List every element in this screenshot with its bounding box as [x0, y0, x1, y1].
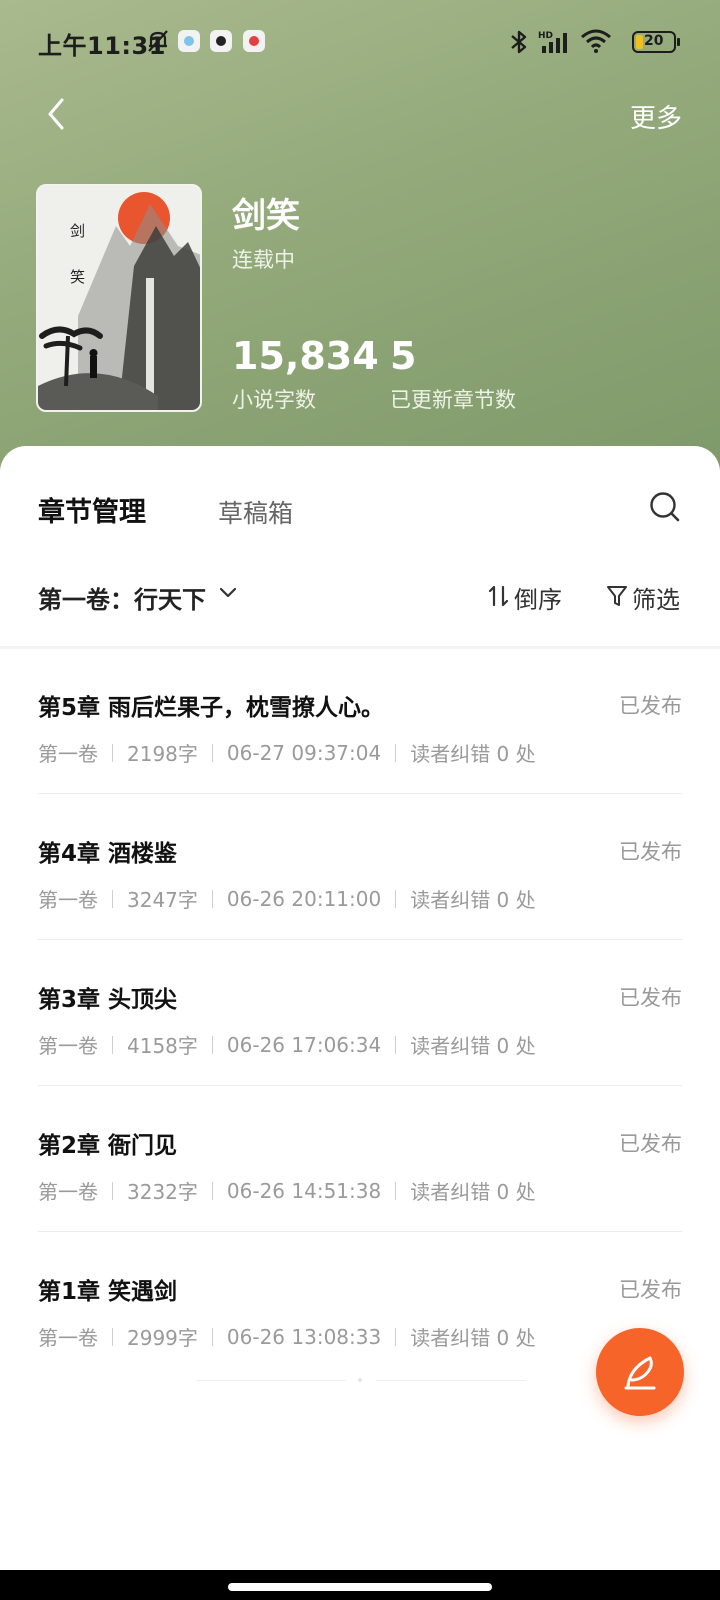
chapter-status: 已发布: [619, 1132, 682, 1156]
battery-icon: 20: [632, 31, 676, 53]
chapter-words: 3247字: [127, 888, 198, 912]
sort-icon: [488, 585, 509, 607]
word-count-label: 小说字数: [232, 388, 316, 412]
back-button[interactable]: [38, 94, 78, 134]
word-count-value: 15,834: [232, 334, 379, 378]
mute-icon: [148, 30, 168, 52]
book-status: 连载中: [232, 248, 295, 272]
chapter-meta: 第一卷 2999字 06-26 13:08:33 读者纠错 0 处: [38, 1322, 536, 1351]
chapter-row[interactable]: 第5章 雨后烂果子，枕雪撩人心。 已发布 第一卷 2198字 06-27 09:…: [0, 648, 720, 794]
write-chapter-button[interactable]: [596, 1328, 684, 1416]
chapter-time: 06-27 09:37:04: [226, 740, 382, 765]
chapter-time: 06-26 14:51:38: [226, 1178, 382, 1203]
chapter-meta: 第一卷 4158字 06-26 17:06:34 读者纠错 0 处: [38, 1030, 536, 1059]
sort-label: 倒序: [514, 586, 562, 614]
chapter-volume: 第一卷: [38, 1326, 98, 1350]
tab-drafts[interactable]: 草稿箱: [218, 494, 293, 530]
chapter-title: 第4章 酒楼鉴: [38, 841, 178, 867]
chapter-meta: 第一卷 3247字 06-26 20:11:00 读者纠错 0 处: [38, 884, 536, 913]
chevron-down-icon[interactable]: [218, 586, 238, 600]
chapter-count-label: 已更新章节数: [390, 388, 516, 412]
app-notification-icon: [243, 30, 265, 52]
chapter-errata: 读者纠错 0 处: [410, 1034, 536, 1058]
cover-title-char: 笑: [70, 268, 86, 286]
feather-pen-icon: [624, 1356, 656, 1390]
battery-level: 20: [644, 33, 664, 49]
chapter-volume: 第一卷: [38, 888, 98, 912]
chapter-status: 已发布: [619, 694, 682, 718]
hd-signal-icon: HD: [538, 31, 567, 53]
volume-selector[interactable]: 第一卷：行天下: [38, 580, 206, 615]
chapter-status: 已发布: [619, 840, 682, 864]
chapter-time: 06-26 17:06:34: [226, 1032, 382, 1057]
list-end-dot: [358, 1378, 362, 1382]
cover-title-char: 剑: [70, 222, 86, 240]
filter-icon: [607, 586, 627, 606]
status-bar: 上午11:31 HD 20: [0, 0, 720, 84]
app-notification-icon: [178, 30, 200, 52]
chapter-words: 4158字: [127, 1034, 198, 1058]
chapter-meta: 第一卷 2198字 06-27 09:37:04 读者纠错 0 处: [38, 738, 536, 767]
chapter-row[interactable]: 第2章 衙门见 已发布 第一卷 3232字 06-26 14:51:38 读者纠…: [0, 1086, 720, 1232]
list-end-divider: [196, 1380, 346, 1381]
chapter-errata: 读者纠错 0 处: [410, 1180, 536, 1204]
chapter-volume: 第一卷: [38, 1034, 98, 1058]
chapter-title: 第2章 衙门见: [38, 1133, 178, 1159]
tab-chapter-management[interactable]: 章节管理: [38, 490, 146, 529]
chapter-status: 已发布: [619, 1278, 682, 1302]
chapter-title: 第1章 笑遇剑: [38, 1279, 178, 1305]
chapter-row[interactable]: 第4章 酒楼鉴 已发布 第一卷 3247字 06-26 20:11:00 读者纠…: [0, 794, 720, 940]
book-title: 剑笑: [232, 196, 300, 236]
more-button[interactable]: 更多: [630, 98, 682, 135]
list-end-divider: [376, 1380, 526, 1381]
svg-text:HD: HD: [538, 31, 553, 41]
app-notification-icon: [210, 30, 232, 52]
cover-illustration: [38, 186, 200, 410]
bluetooth-icon: [511, 30, 527, 54]
chapter-errata: 读者纠错 0 处: [410, 1326, 536, 1350]
chapter-count-value: 5: [390, 334, 417, 378]
chapter-title: 第3章 头顶尖: [38, 987, 178, 1013]
chapter-status: 已发布: [619, 986, 682, 1010]
home-indicator[interactable]: [228, 1583, 492, 1591]
chapter-volume: 第一卷: [38, 1180, 98, 1204]
chapter-title: 第5章 雨后烂果子，枕雪撩人心。: [38, 695, 385, 721]
search-icon[interactable]: [648, 490, 682, 524]
chapter-words: 2999字: [127, 1326, 198, 1350]
chapter-words: 2198字: [127, 742, 198, 766]
filter-label: 筛选: [632, 586, 680, 614]
book-header: 上午11:31 HD 20 更多 剑 笑 剑笑 连载中 15,834 小说字数 …: [0, 0, 720, 470]
chapter-time: 06-26 13:08:33: [226, 1324, 382, 1349]
chapter-meta: 第一卷 3232字 06-26 14:51:38 读者纠错 0 处: [38, 1176, 536, 1205]
chapter-errata: 读者纠错 0 处: [410, 888, 536, 912]
chapter-time: 06-26 20:11:00: [226, 886, 382, 911]
chapter-errata: 读者纠错 0 处: [410, 742, 536, 766]
chapter-volume: 第一卷: [38, 742, 98, 766]
book-cover[interactable]: 剑 笑: [36, 184, 202, 412]
chapter-row[interactable]: 第3章 头顶尖 已发布 第一卷 4158字 06-26 17:06:34 读者纠…: [0, 940, 720, 1086]
chapter-words: 3232字: [127, 1180, 198, 1204]
wifi-icon: [581, 29, 611, 53]
